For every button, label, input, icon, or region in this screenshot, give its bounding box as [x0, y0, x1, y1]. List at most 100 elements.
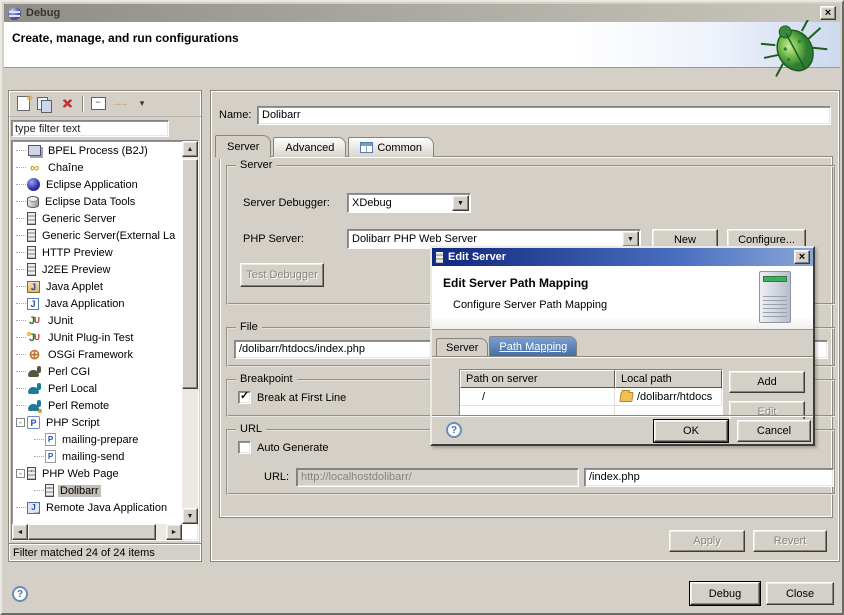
- tree-connector: [16, 252, 26, 253]
- config-tree: BPEL Process (B2J)ChaîneEclipse Applicat…: [12, 142, 182, 524]
- tree-vertical-scrollbar[interactable]: ▲ ▼: [182, 141, 198, 524]
- perl-cgi-icon: [27, 365, 42, 379]
- scroll-left-icon[interactable]: ◄: [12, 524, 28, 540]
- column-header-path-on-server[interactable]: Path on server: [460, 370, 615, 388]
- break-first-line-checkbox[interactable]: ✓: [238, 391, 251, 404]
- tree-item-j2ee-preview[interactable]: J2EE Preview: [12, 261, 182, 278]
- cancel-button[interactable]: Cancel: [737, 420, 811, 442]
- dialog-tab-path-mapping[interactable]: Path Mapping: [489, 336, 577, 356]
- table-header: Path on serverLocal path: [460, 370, 722, 388]
- tree-item-mailing-send[interactable]: mailing-send: [12, 448, 182, 465]
- file-group-legend: File: [236, 321, 262, 333]
- tree-item-bpel-process-b2j[interactable]: BPEL Process (B2J): [12, 142, 182, 159]
- break-first-line-label: Break at First Line: [257, 392, 346, 404]
- auto-generate-checkbox[interactable]: [238, 441, 251, 454]
- server-debugger-select[interactable]: XDebug ▼: [347, 193, 471, 213]
- tree-item-junit-plug-in-test[interactable]: JUnit Plug-in Test: [12, 329, 182, 346]
- mapping-row[interactable]: //dolibarr/htdocs: [460, 388, 722, 405]
- tree-item-perl-remote[interactable]: Perl Remote: [12, 397, 182, 414]
- dialog-footer: ? OK Cancel: [432, 415, 813, 444]
- dialog-tab-server[interactable]: Server: [436, 338, 488, 356]
- tree-item-eclipse-data-tools[interactable]: Eclipse Data Tools: [12, 193, 182, 210]
- tree-item-remote-java-application[interactable]: Remote Java Application: [12, 499, 182, 516]
- tree-item-label: JUnit Plug-in Test: [46, 332, 135, 344]
- chain-icon: [27, 161, 42, 175]
- revert-button[interactable]: Revert: [753, 530, 827, 552]
- horizontal-scroll-thumb[interactable]: [28, 524, 156, 540]
- dropdown-arrow-icon[interactable]: ▼: [622, 231, 639, 247]
- add-mapping-button[interactable]: Add: [729, 371, 805, 393]
- tree-item-perl-local[interactable]: Perl Local: [12, 380, 182, 397]
- tree-item-generic-server-external-la[interactable]: Generic Server(External La: [12, 227, 182, 244]
- tree-item-generic-server[interactable]: Generic Server: [12, 210, 182, 227]
- scroll-down-icon[interactable]: ▼: [182, 508, 198, 524]
- tree-item-http-preview[interactable]: HTTP Preview: [12, 244, 182, 261]
- table-empty-row: [460, 405, 722, 415]
- ok-button[interactable]: OK: [654, 420, 728, 442]
- menu-dropdown-icon[interactable]: [131, 94, 153, 114]
- tab-common[interactable]: Common: [348, 137, 434, 157]
- tree-item-java-application[interactable]: Java Application: [12, 295, 182, 312]
- duplicate-config-icon[interactable]: [34, 94, 56, 114]
- tree-item-label: Remote Java Application: [44, 502, 169, 514]
- database-icon: [27, 196, 39, 208]
- delete-config-icon[interactable]: [56, 94, 78, 114]
- tree-connector: [16, 405, 26, 406]
- tree-item-label: Eclipse Data Tools: [43, 196, 137, 208]
- scroll-right-icon[interactable]: ►: [166, 524, 182, 540]
- tree-item-dolibarr[interactable]: Dolibarr: [12, 482, 182, 499]
- help-icon[interactable]: ?: [12, 586, 28, 602]
- tree-connector: [16, 303, 26, 304]
- tree-item-php-web-page[interactable]: - PHP Web Page: [12, 465, 182, 482]
- auto-generate-label: Auto Generate: [257, 442, 329, 454]
- window-close-icon[interactable]: ×: [820, 6, 836, 20]
- configurations-sidebar: type filter text BPEL Process (B2J)Chaîn…: [8, 90, 202, 562]
- tree-item-label: Generic Server: [40, 213, 118, 225]
- debug-button[interactable]: Debug: [690, 582, 760, 605]
- tab-label: Advanced: [285, 142, 334, 154]
- tree-item-junit[interactable]: JUnit: [12, 312, 182, 329]
- server-debugger-label: Server Debugger:: [243, 197, 330, 209]
- tree-item-perl-cgi[interactable]: Perl CGI: [12, 363, 182, 380]
- server-group-legend: Server: [236, 159, 276, 171]
- dialog-close-icon[interactable]: ×: [794, 250, 810, 264]
- collapse-toggle-icon[interactable]: -: [16, 469, 25, 478]
- tab-server[interactable]: Server: [215, 135, 271, 157]
- tree-item-label: Perl Remote: [46, 400, 111, 412]
- tree-item-cha-ne[interactable]: Chaîne: [12, 159, 182, 176]
- collapse-all-icon[interactable]: [87, 94, 109, 114]
- filter-input[interactable]: type filter text: [11, 120, 169, 137]
- column-header-local-path[interactable]: Local path: [615, 370, 722, 388]
- window-title: Debug: [26, 7, 60, 19]
- tab-advanced[interactable]: Advanced: [273, 137, 346, 157]
- tree-item-java-applet[interactable]: Java Applet: [12, 278, 182, 295]
- apply-button[interactable]: Apply: [669, 530, 745, 552]
- tree-connector: [16, 371, 26, 372]
- scroll-up-icon[interactable]: ▲: [182, 141, 198, 157]
- dialog-title: Edit Server: [448, 251, 506, 263]
- tree-item-label: Java Applet: [44, 281, 105, 293]
- name-input[interactable]: Dolibarr: [257, 106, 831, 125]
- filter-status: Filter matched 24 of 24 items: [9, 543, 201, 561]
- tree-item-eclipse-application[interactable]: Eclipse Application: [12, 176, 182, 193]
- local-path-text: /dolibarr/htdocs: [637, 391, 712, 403]
- window-titlebar: Debug ×: [4, 4, 840, 22]
- server-icon: [27, 263, 36, 276]
- filter-icon[interactable]: [109, 94, 131, 114]
- tree-item-php-script[interactable]: -PHP Script: [12, 414, 182, 431]
- tree-item-osgi-framework[interactable]: OSGi Framework: [12, 346, 182, 363]
- java-app-icon: [27, 298, 39, 310]
- tree-item-mailing-prepare[interactable]: mailing-prepare: [12, 431, 182, 448]
- close-button[interactable]: Close: [766, 582, 834, 605]
- php-server-icon: [45, 484, 54, 497]
- dialog-help-icon[interactable]: ?: [446, 422, 462, 438]
- dropdown-arrow-icon[interactable]: ▼: [452, 195, 469, 211]
- url-path-input[interactable]: /index.php: [584, 468, 834, 487]
- new-config-icon[interactable]: [12, 94, 34, 114]
- collapse-toggle-icon[interactable]: -: [16, 418, 25, 427]
- tree-horizontal-scrollbar[interactable]: ◄ ►: [12, 524, 182, 540]
- vertical-scroll-thumb[interactable]: [182, 159, 198, 389]
- tree-item-label: PHP Web Page: [40, 468, 121, 480]
- toolbar-separator: [82, 96, 83, 112]
- test-debugger-button[interactable]: Test Debugger: [240, 263, 324, 287]
